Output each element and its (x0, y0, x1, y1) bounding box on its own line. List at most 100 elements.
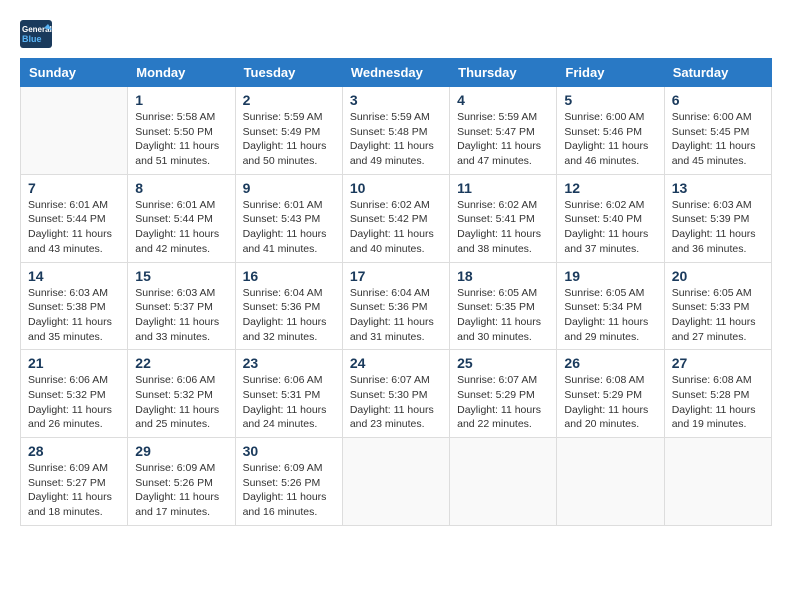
day-info: Sunrise: 6:09 AM Sunset: 5:27 PM Dayligh… (28, 461, 120, 520)
calendar-cell: 9 Sunrise: 6:01 AM Sunset: 5:43 PM Daylig… (235, 174, 342, 262)
calendar-cell: 14 Sunrise: 6:03 AM Sunset: 5:38 PM Dayli… (21, 262, 128, 350)
day-number: 2 (243, 92, 335, 108)
day-number: 9 (243, 180, 335, 196)
day-number: 6 (672, 92, 764, 108)
day-number: 11 (457, 180, 549, 196)
calendar-header-row: SundayMondayTuesdayWednesdayThursdayFrid… (21, 59, 772, 87)
day-number: 15 (135, 268, 227, 284)
calendar-cell: 22Sunrise: 6:06 AM Sunset: 5:32 PM Dayli… (128, 350, 235, 438)
day-number: 21 (28, 355, 120, 371)
day-info: Sunrise: 6:08 AM Sunset: 5:28 PM Dayligh… (672, 373, 764, 432)
day-info: Sunrise: 5:59 AM Sunset: 5:48 PM Dayligh… (350, 110, 442, 169)
day-number: 28 (28, 443, 120, 459)
calendar-cell: 21Sunrise: 6:06 AM Sunset: 5:32 PM Dayli… (21, 350, 128, 438)
day-number: 24 (350, 355, 442, 371)
day-number: 26 (564, 355, 656, 371)
calendar-cell: 2 Sunrise: 5:59 AM Sunset: 5:49 PM Daylig… (235, 87, 342, 175)
day-number: 19 (564, 268, 656, 284)
calendar-cell: 24 Sunrise: 6:07 AM Sunset: 5:30 PM Dayli… (342, 350, 449, 438)
calendar-cell: 18Sunrise: 6:05 AM Sunset: 5:35 PM Dayli… (450, 262, 557, 350)
day-info: Sunrise: 6:02 AM Sunset: 5:41 PM Dayligh… (457, 198, 549, 257)
calendar-cell: 5 Sunrise: 6:00 AM Sunset: 5:46 PM Daylig… (557, 87, 664, 175)
column-header-tuesday: Tuesday (235, 59, 342, 87)
day-number: 29 (135, 443, 227, 459)
day-number: 12 (564, 180, 656, 196)
day-info: Sunrise: 6:01 AM Sunset: 5:44 PM Dayligh… (28, 198, 120, 257)
day-info: Sunrise: 6:07 AM Sunset: 5:29 PM Dayligh… (457, 373, 549, 432)
calendar-cell: 4 Sunrise: 5:59 AM Sunset: 5:47 PM Daylig… (450, 87, 557, 175)
day-number: 3 (350, 92, 442, 108)
calendar-table: SundayMondayTuesdayWednesdayThursdayFrid… (20, 58, 772, 526)
calendar-cell: 1 Sunrise: 5:58 AM Sunset: 5:50 PM Daylig… (128, 87, 235, 175)
calendar-cell: 10 Sunrise: 6:02 AM Sunset: 5:42 PM Dayli… (342, 174, 449, 262)
calendar-cell: 20 Sunrise: 6:05 AM Sunset: 5:33 PM Dayli… (664, 262, 771, 350)
calendar-cell: 23 Sunrise: 6:06 AM Sunset: 5:31 PM Dayli… (235, 350, 342, 438)
day-number: 14 (28, 268, 120, 284)
calendar-cell: 11 Sunrise: 6:02 AM Sunset: 5:41 PM Dayli… (450, 174, 557, 262)
day-number: 1 (135, 92, 227, 108)
day-number: 22 (135, 355, 227, 371)
calendar-cell: 13Sunrise: 6:03 AM Sunset: 5:39 PM Dayli… (664, 174, 771, 262)
day-number: 20 (672, 268, 764, 284)
day-info: Sunrise: 6:07 AM Sunset: 5:30 PM Dayligh… (350, 373, 442, 432)
column-header-thursday: Thursday (450, 59, 557, 87)
calendar-cell: 3 Sunrise: 5:59 AM Sunset: 5:48 PM Daylig… (342, 87, 449, 175)
day-info: Sunrise: 6:01 AM Sunset: 5:44 PM Dayligh… (135, 198, 227, 257)
day-info: Sunrise: 5:58 AM Sunset: 5:50 PM Dayligh… (135, 110, 227, 169)
day-number: 4 (457, 92, 549, 108)
day-info: Sunrise: 6:05 AM Sunset: 5:34 PM Dayligh… (564, 286, 656, 345)
day-info: Sunrise: 6:09 AM Sunset: 5:26 PM Dayligh… (243, 461, 335, 520)
column-header-friday: Friday (557, 59, 664, 87)
calendar-cell: 15 Sunrise: 6:03 AM Sunset: 5:37 PM Dayli… (128, 262, 235, 350)
day-number: 27 (672, 355, 764, 371)
day-number: 18 (457, 268, 549, 284)
calendar-cell: 27 Sunrise: 6:08 AM Sunset: 5:28 PM Dayli… (664, 350, 771, 438)
day-info: Sunrise: 6:05 AM Sunset: 5:33 PM Dayligh… (672, 286, 764, 345)
day-info: Sunrise: 6:02 AM Sunset: 5:40 PM Dayligh… (564, 198, 656, 257)
day-number: 8 (135, 180, 227, 196)
day-info: Sunrise: 6:02 AM Sunset: 5:42 PM Dayligh… (350, 198, 442, 257)
day-number: 23 (243, 355, 335, 371)
calendar-cell: 7Sunrise: 6:01 AM Sunset: 5:44 PM Daylig… (21, 174, 128, 262)
calendar-week-5: 28 Sunrise: 6:09 AM Sunset: 5:27 PM Dayli… (21, 438, 772, 526)
column-header-saturday: Saturday (664, 59, 771, 87)
calendar-cell: 6 Sunrise: 6:00 AM Sunset: 5:45 PM Daylig… (664, 87, 771, 175)
day-info: Sunrise: 6:03 AM Sunset: 5:38 PM Dayligh… (28, 286, 120, 345)
svg-text:Blue: Blue (22, 34, 42, 44)
logo-icon: General Blue (20, 20, 52, 48)
calendar-cell: 29Sunrise: 6:09 AM Sunset: 5:26 PM Dayli… (128, 438, 235, 526)
calendar-cell: 25Sunrise: 6:07 AM Sunset: 5:29 PM Dayli… (450, 350, 557, 438)
calendar-cell (557, 438, 664, 526)
day-info: Sunrise: 5:59 AM Sunset: 5:49 PM Dayligh… (243, 110, 335, 169)
calendar-cell: 12 Sunrise: 6:02 AM Sunset: 5:40 PM Dayli… (557, 174, 664, 262)
calendar-cell (450, 438, 557, 526)
calendar-week-4: 21Sunrise: 6:06 AM Sunset: 5:32 PM Dayli… (21, 350, 772, 438)
logo: General Blue (20, 20, 52, 48)
column-header-monday: Monday (128, 59, 235, 87)
calendar-cell (342, 438, 449, 526)
day-number: 10 (350, 180, 442, 196)
day-number: 5 (564, 92, 656, 108)
calendar-cell: 17Sunrise: 6:04 AM Sunset: 5:36 PM Dayli… (342, 262, 449, 350)
day-info: Sunrise: 6:06 AM Sunset: 5:31 PM Dayligh… (243, 373, 335, 432)
day-info: Sunrise: 6:00 AM Sunset: 5:45 PM Dayligh… (672, 110, 764, 169)
day-info: Sunrise: 6:01 AM Sunset: 5:43 PM Dayligh… (243, 198, 335, 257)
calendar-cell: 16Sunrise: 6:04 AM Sunset: 5:36 PM Dayli… (235, 262, 342, 350)
day-info: Sunrise: 6:03 AM Sunset: 5:37 PM Dayligh… (135, 286, 227, 345)
day-info: Sunrise: 6:00 AM Sunset: 5:46 PM Dayligh… (564, 110, 656, 169)
calendar-cell: 30 Sunrise: 6:09 AM Sunset: 5:26 PM Dayli… (235, 438, 342, 526)
day-info: Sunrise: 6:04 AM Sunset: 5:36 PM Dayligh… (350, 286, 442, 345)
calendar-cell: 19 Sunrise: 6:05 AM Sunset: 5:34 PM Dayli… (557, 262, 664, 350)
calendar-cell: 26 Sunrise: 6:08 AM Sunset: 5:29 PM Dayli… (557, 350, 664, 438)
day-number: 30 (243, 443, 335, 459)
day-info: Sunrise: 6:08 AM Sunset: 5:29 PM Dayligh… (564, 373, 656, 432)
calendar-cell (21, 87, 128, 175)
calendar-cell (664, 438, 771, 526)
day-info: Sunrise: 6:04 AM Sunset: 5:36 PM Dayligh… (243, 286, 335, 345)
day-info: Sunrise: 6:03 AM Sunset: 5:39 PM Dayligh… (672, 198, 764, 257)
column-header-sunday: Sunday (21, 59, 128, 87)
column-header-wednesday: Wednesday (342, 59, 449, 87)
day-info: Sunrise: 5:59 AM Sunset: 5:47 PM Dayligh… (457, 110, 549, 169)
page-header: General Blue (20, 20, 772, 48)
calendar-week-2: 7Sunrise: 6:01 AM Sunset: 5:44 PM Daylig… (21, 174, 772, 262)
